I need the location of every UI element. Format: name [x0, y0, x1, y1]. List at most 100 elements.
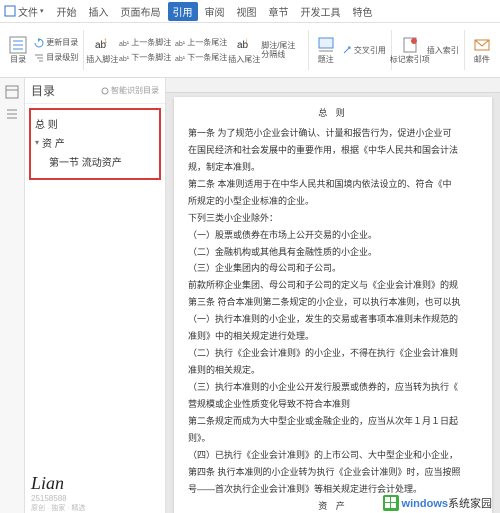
smart-toc-label: 智能识别目录	[111, 85, 159, 96]
tab-special[interactable]: 特色	[348, 2, 378, 21]
footnote-sep-label: 脚注/尾注分隔线	[261, 41, 302, 59]
collapse-icon[interactable]: ▾	[35, 138, 39, 147]
update-toc-button[interactable]: 更新目录	[32, 36, 80, 50]
ribbon-toolbar: 目录 更新目录 目录级别 ab1 插入脚注 ab¹上一条脚注 ab¹下一条脚注 …	[0, 23, 500, 78]
prev-endnote-label: 上一条尾注	[187, 37, 227, 48]
insert-endnote-label: 插入尾注	[228, 55, 260, 64]
toc-icon	[9, 36, 27, 54]
body-text: （四）已执行《企业会计准则》的上市公司、大中型企业和小企业，	[188, 449, 478, 463]
body-text: 所规定的小型企业标准的企业。	[188, 195, 478, 209]
ruler[interactable]	[166, 78, 500, 93]
outline-item-label: 资 产	[42, 135, 65, 150]
insert-endnote-button[interactable]: abi 插入尾注	[229, 27, 259, 73]
prev-footnote-label: 上一条脚注	[131, 37, 171, 48]
outline-box: 总 则 ▾资 产 第一节 流动资产	[29, 108, 161, 180]
menubar: 文件 ▾ 开始 插入 页面布局 引用 审阅 视图 章节 开发工具 特色	[0, 0, 500, 23]
tab-insert[interactable]: 插入	[84, 2, 114, 21]
body-text: 在国民经济和社会发展中的重要作用，根据《中华人民共和国会计法	[188, 144, 478, 158]
body-text: 第一条 为了规范小企业会计确认、计量和报告行为，促进小企业可	[188, 127, 478, 141]
toc-level-button[interactable]: 目录级别	[32, 51, 80, 65]
svg-text:i: i	[246, 39, 247, 45]
svg-text:ab¹: ab¹	[119, 56, 129, 63]
body-text: 第三条 符合本准则第二条规定的小企业，可以执行本准则，也可以执	[188, 296, 478, 310]
doc-icon	[4, 5, 16, 17]
next-endnote-button[interactable]: ab¹下一条尾注	[173, 51, 229, 65]
tab-dev[interactable]: 开发工具	[296, 2, 346, 21]
body-text: 第二条规定而成为大中型企业或金融企业的，应当从次年１月１日起	[188, 415, 478, 429]
outline-item[interactable]: 总 则	[35, 114, 155, 133]
tab-home[interactable]: 开始	[52, 2, 82, 21]
smart-toc-button[interactable]: 智能识别目录	[101, 85, 159, 96]
outline-item-label: 总 则	[35, 116, 58, 131]
tab-view[interactable]: 视图	[232, 2, 262, 21]
body-text: 规，制定本准则。	[188, 161, 478, 175]
endnote-icon: abi	[235, 36, 253, 54]
tab-review[interactable]: 审阅	[200, 2, 230, 21]
mail-icon	[473, 36, 491, 54]
toc-label: 目录	[10, 55, 26, 64]
cross-ref-button[interactable]: 交叉引用	[340, 43, 388, 57]
chevron-down-icon: ▾	[40, 7, 44, 15]
body-text: （三）企业集团内的母公司和子公司。	[188, 262, 478, 276]
prev-footnote-button[interactable]: ab¹上一条脚注	[117, 36, 173, 50]
mail-button[interactable]: 邮件	[468, 27, 496, 73]
mark-entry-button[interactable]: 标记索引项	[395, 27, 425, 73]
editor-area: 总 则 第一条 为了规范小企业会计确认、计量和报告行为，促进小企业可 在国民经济…	[166, 78, 500, 513]
mark-icon	[401, 36, 419, 54]
mail-label: 邮件	[474, 55, 490, 64]
body-text: 第四条 执行本准则的小企业转为执行《企业会计准则》时，应当按照	[188, 466, 478, 480]
nav-icon[interactable]	[4, 84, 20, 100]
insert-index-button[interactable]: 插入索引	[425, 43, 461, 57]
svg-text:ab¹: ab¹	[175, 41, 185, 48]
insert-footnote-button[interactable]: ab1 插入脚注	[87, 27, 117, 73]
body-text: 营规模或企业性质变化导致不符合本准则	[188, 398, 478, 412]
body-text: 下列三类小企业除外：	[188, 212, 478, 226]
next-endnote-label: 下一条尾注	[187, 52, 227, 63]
svg-text:ab¹: ab¹	[175, 56, 185, 63]
body-text: 第二条 本准则适用于在中华人民共和国境内依法设立的、符合《中	[188, 178, 478, 192]
caption-button[interactable]: 题注	[312, 27, 340, 73]
brand-name: Lian	[31, 473, 159, 494]
brand-block: Lian 25158588 原创 · 独家 · 精选	[25, 467, 165, 513]
body-text: 准则》中的相关规定进行处理。	[188, 330, 478, 344]
file-menu[interactable]: 文件 ▾	[4, 4, 44, 19]
windows-logo-icon	[383, 495, 399, 511]
next-footnote-label: 下一条脚注	[131, 52, 171, 63]
outline-icon[interactable]	[4, 106, 20, 122]
file-label: 文件	[18, 4, 38, 19]
update-toc-label: 更新目录	[46, 37, 78, 48]
body-text: （一）执行本准则的小企业，发生的交易或者事项本准则未作规范的	[188, 313, 478, 327]
outline-item[interactable]: 第一节 流动资产	[35, 152, 155, 171]
document-page[interactable]: 总 则 第一条 为了规范小企业会计确认、计量和报告行为，促进小企业可 在国民经济…	[174, 97, 492, 513]
brand-sub: 25158588	[31, 494, 159, 503]
watermark: windows系统家园	[383, 495, 492, 511]
watermark-main: windows	[402, 498, 448, 510]
body-text: 前款所称企业集团、母公司和子公司的定义与《企业会计准则》的规	[188, 279, 478, 293]
footnote-sep-button[interactable]: 脚注/尾注分隔线	[259, 43, 304, 57]
body-text: 则》。	[188, 432, 478, 446]
outline-item[interactable]: ▾资 产	[35, 133, 155, 152]
tab-chapter[interactable]: 章节	[264, 2, 294, 21]
next-footnote-button[interactable]: ab¹下一条脚注	[117, 51, 173, 65]
tab-layout[interactable]: 页面布局	[116, 2, 166, 21]
body-text: （三）执行本准则的小企业公开发行股票或债券的，应当转为执行《	[188, 381, 478, 395]
outline-title: 目录	[31, 82, 55, 99]
footnote-icon: ab1	[93, 36, 111, 54]
heading: 总 则	[188, 107, 478, 121]
toc-button[interactable]: 目录	[4, 27, 32, 73]
mark-entry-label: 标记索引项	[390, 55, 430, 64]
brand-line: 原创 · 独家 · 精选	[31, 503, 159, 513]
caption-label: 题注	[318, 55, 334, 64]
prev-endnote-button[interactable]: ab¹上一条尾注	[173, 36, 229, 50]
caption-icon	[317, 36, 335, 54]
toc-level-label: 目录级别	[46, 52, 78, 63]
tab-references[interactable]: 引用	[168, 2, 198, 21]
svg-text:ab¹: ab¹	[119, 41, 129, 48]
body-text: 准则的相关规定。	[188, 364, 478, 378]
body-text: （二）金融机构或其他具有金融性质的小企业。	[188, 246, 478, 260]
body-text: （一）股票或债券在市场上公开交易的小企业。	[188, 229, 478, 243]
body-text: （二）执行《企业会计准则》的小企业，不得在执行《企业会计准则	[188, 347, 478, 361]
insert-footnote-label: 插入脚注	[86, 55, 118, 64]
ribbon-tabs: 开始 插入 页面布局 引用 审阅 视图 章节 开发工具 特色	[52, 2, 378, 21]
watermark-sub: 系统家园	[448, 498, 492, 510]
